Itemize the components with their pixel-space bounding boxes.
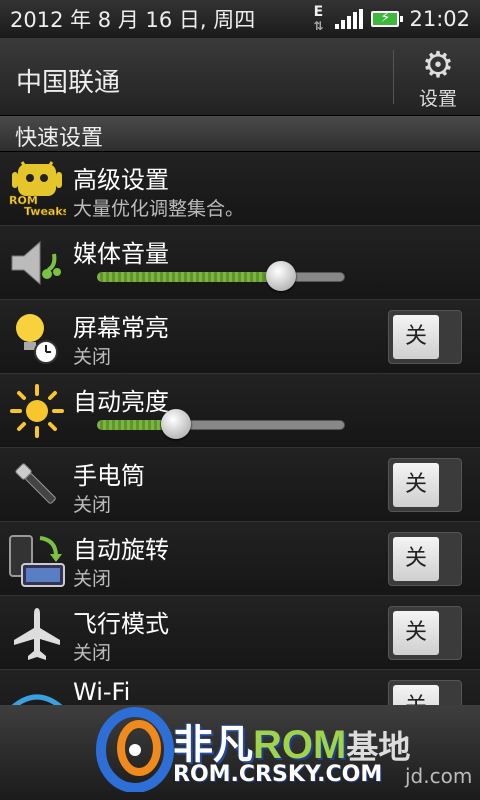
watermark-brand-b: ROM xyxy=(253,723,347,767)
watermark-url-partial: jd.com xyxy=(405,764,473,788)
row-flashlight[interactable]: 手电筒 关闭 关 xyxy=(0,448,480,522)
status-time: 21:02 xyxy=(409,7,470,31)
row-subtitle: 大量优化调整集合。 xyxy=(73,198,245,220)
row-advanced-settings[interactable]: ROM Tweaks 高级设置 大量优化调整集合。 xyxy=(0,152,480,226)
brightness-slider[interactable] xyxy=(97,409,345,439)
row-auto-brightness: 自动亮度 xyxy=(0,374,480,448)
row-subtitle: 关闭 xyxy=(73,568,112,590)
row-title: 手电筒 xyxy=(73,462,145,490)
toggle-knob: 关 xyxy=(393,315,439,359)
network-type-icon: E ⇅ xyxy=(313,4,324,33)
slider-thumb[interactable] xyxy=(161,409,192,439)
watermark-url: ROM.CRSKY.COM xyxy=(173,762,383,787)
watermark-brand-c: 基地 xyxy=(346,729,411,765)
section-header: 快速设置 xyxy=(0,116,480,152)
section-title: 快速设置 xyxy=(15,126,104,151)
android-tweaks-icon: ROM Tweaks xyxy=(8,160,70,218)
row-auto-rotate[interactable]: 自动旋转 关闭 关 xyxy=(0,522,480,596)
toggle-knob: 关 xyxy=(393,537,439,581)
rotate-phone-icon xyxy=(8,530,66,588)
gear-icon: ⚙ xyxy=(421,45,455,86)
settings-label: 设置 xyxy=(418,88,457,110)
slider-thumb[interactable] xyxy=(265,261,296,291)
screen-on-toggle[interactable]: 关 xyxy=(388,310,462,364)
signal-icon xyxy=(335,9,364,29)
flashlight-icon xyxy=(8,456,66,514)
row-screen-always-on[interactable]: 屏幕常亮 关闭 关 xyxy=(0,300,480,374)
sun-icon xyxy=(8,382,66,440)
status-date: 2012 年 8 月 16 日, 周四 xyxy=(10,8,256,32)
settings-button[interactable]: ⚙ 设置 xyxy=(400,45,476,111)
airplane-icon xyxy=(8,604,66,662)
toggle-knob: 关 xyxy=(393,463,439,507)
lightbulb-clock-icon xyxy=(8,308,66,366)
row-subtitle: 关闭 xyxy=(73,642,112,664)
watermark-brand-a: 非凡 xyxy=(173,723,253,767)
row-subtitle: 关闭 xyxy=(73,494,112,516)
airplane-toggle[interactable]: 关 xyxy=(388,606,462,660)
row-title: 高级设置 xyxy=(73,166,169,194)
row-subtitle: 关闭 xyxy=(73,346,112,368)
row-title: 自动亮度 xyxy=(73,388,169,416)
carrier-name: 中国联通 xyxy=(16,68,121,98)
toggle-knob: 关 xyxy=(393,611,439,655)
volume-slider[interactable] xyxy=(97,261,345,291)
row-title: 屏幕常亮 xyxy=(73,314,169,342)
row-title: 媒体音量 xyxy=(73,240,169,268)
row-title: 飞行模式 xyxy=(73,610,169,638)
row-airplane-mode[interactable]: 飞行模式 关闭 关 xyxy=(0,596,480,670)
status-bar: 2012 年 8 月 16 日, 周四 E ⇅ ⚡ 21:02 xyxy=(0,0,480,38)
battery-icon: ⚡ xyxy=(371,10,404,27)
header-divider xyxy=(393,50,394,104)
auto-rotate-toggle[interactable]: 关 xyxy=(388,532,462,586)
network-type-label: E xyxy=(313,4,324,20)
flashlight-toggle[interactable]: 关 xyxy=(388,458,462,512)
header: 中国联通 ⚙ 设置 xyxy=(0,38,480,116)
svg-text:Tweaks: Tweaks xyxy=(24,205,66,218)
status-icons: E ⇅ ⚡ xyxy=(309,4,404,33)
slider-fill xyxy=(97,272,281,282)
row-media-volume: 媒体音量 xyxy=(0,226,480,300)
watermark: 非凡ROM基地 ROM.CRSKY.COM jd.com xyxy=(95,702,480,800)
speaker-icon xyxy=(8,234,66,292)
watermark-logo-icon xyxy=(95,702,175,793)
row-title: 自动旋转 xyxy=(73,536,169,564)
